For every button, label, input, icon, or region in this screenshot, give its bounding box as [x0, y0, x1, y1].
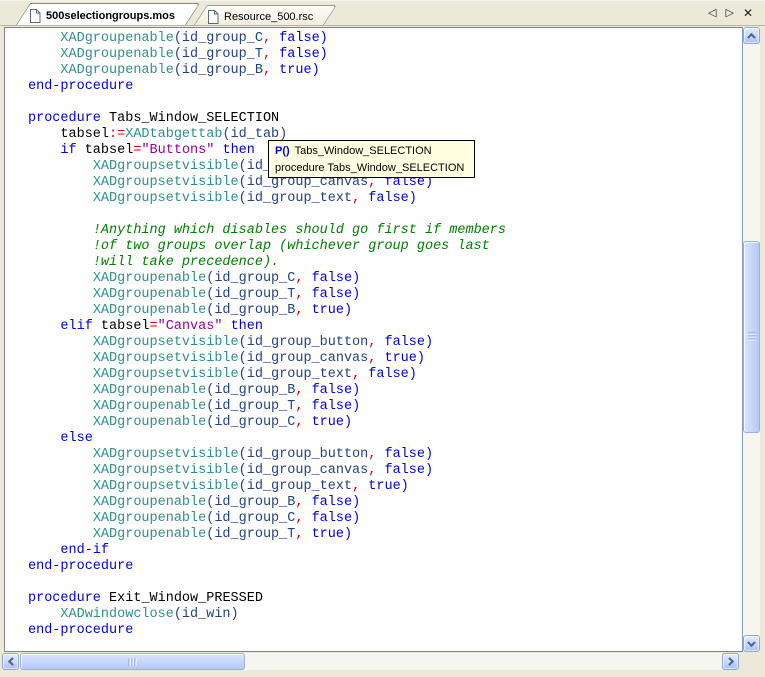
code-line: XADgroupenable(id_group_C, true) — [92, 415, 353, 430]
scroll-left-button[interactable] — [2, 653, 19, 670]
tooltip-symbol-name: Tabs_Window_SELECTION — [294, 144, 432, 157]
code-line: end-procedure — [28, 623, 134, 638]
tab-bar: 500selectiongroups.mos Resource_500.rsc ◁… — [0, 1, 765, 26]
code-line: XADgroupenable(id_group_B, true) — [60, 63, 320, 78]
code-line: XADgroupsetvisible(id_group_text, false) — [92, 191, 417, 206]
chevron-down-icon — [747, 640, 756, 647]
scroll-down-button[interactable] — [743, 635, 760, 652]
tab-nav-controls: ◁ ▷ ✕ — [708, 7, 765, 25]
code-line: XADgroupenable(id_group_T, false) — [60, 47, 328, 62]
vertical-scrollbar — [743, 27, 760, 652]
scroll-up-button[interactable] — [743, 27, 760, 44]
code-line: XADgroupenable(id_group_B, false) — [92, 495, 361, 510]
tab-resource-500-rsc[interactable]: Resource_500.rsc — [194, 5, 324, 25]
code-line: XADgroupenable(id_group_C, false) — [60, 31, 328, 46]
tab-scroll-right-button[interactable]: ▷ — [725, 7, 733, 19]
procedure-icon: P() — [275, 144, 290, 157]
code-line: else — [60, 431, 93, 446]
code-editor[interactable]: XADgroupenable(id_group_C, false) XADgro… — [4, 27, 743, 652]
tooltip-title-row: P() Tabs_Window_SELECTION — [269, 142, 474, 159]
bottom-strip — [0, 670, 765, 677]
close-tab-button[interactable]: ✕ — [743, 7, 753, 19]
tab-label: 500selectiongroups.mos — [46, 9, 175, 22]
horizontal-scrollbar — [0, 653, 765, 670]
code-line: !of two groups overlap (whichever group … — [92, 239, 490, 254]
code-line: XADgroupsetvisible(id_group_button, fals… — [92, 447, 434, 462]
editor-window: 500selectiongroups.mos Resource_500.rsc ◁… — [0, 0, 765, 677]
scrollbar-corner-spacer — [739, 653, 765, 670]
chevron-left-icon — [7, 657, 14, 666]
document-icon — [207, 9, 219, 24]
code-line: end-procedure — [28, 79, 134, 94]
tab-scroll-left-button[interactable]: ◁ — [708, 7, 716, 19]
code-line: XADgroupsetvisible(id_group_text, true) — [92, 479, 409, 494]
code-line: XADgroupsetvisible(id_group_text, false) — [92, 367, 417, 382]
tab-strip: 500selectiongroups.mos Resource_500.rsc — [0, 1, 332, 25]
code-line: XADgroupenable(id_group_T, false) — [92, 287, 361, 302]
tab-500selectiongroups-mos[interactable]: 500selectiongroups.mos — [16, 3, 186, 25]
horizontal-scroll-thumb[interactable] — [20, 653, 245, 670]
main-area: XADgroupenable(id_group_C, false) XADgro… — [0, 26, 765, 652]
code-line: !will take precedence). — [92, 255, 280, 270]
code-line: XADgroupenable(id_group_C, false) — [92, 271, 361, 286]
symbol-tooltip: P() Tabs_Window_SELECTION procedure Tabs… — [268, 140, 475, 178]
code-line: XADgroupenable(id_group_B, true) — [92, 303, 353, 318]
code-line: end-if — [60, 543, 110, 558]
code-line: elif tabsel="Canvas" then — [60, 319, 263, 334]
code-content: XADgroupenable(id_group_C, false) XADgro… — [5, 28, 742, 639]
tooltip-signature-row: procedure Tabs_Window_SELECTION — [269, 159, 474, 176]
code-line: XADgroupsetvisible(id_group_canvas, fals… — [92, 463, 434, 478]
tab-label: Resource_500.rsc — [224, 10, 314, 23]
vertical-scroll-thumb[interactable] — [743, 241, 760, 433]
code-line: !Anything which disables should go first… — [92, 223, 506, 238]
code-line: XADwindowclose(id_win) — [60, 607, 239, 622]
horizontal-scroll-track[interactable] — [19, 653, 722, 670]
code-line: XADgroupenable(id_group_B, false) — [92, 383, 361, 398]
tooltip-signature: procedure Tabs_Window_SELECTION — [275, 161, 465, 174]
scroll-right-button[interactable] — [722, 653, 739, 670]
code-line: procedure Tabs_Window_SELECTION — [28, 111, 280, 126]
code-line: XADgroupsetvisible(id_group_canvas, true… — [92, 351, 425, 366]
code-line: end-procedure — [28, 559, 134, 574]
code-line: XADgroupenable(id_group_T, true) — [92, 527, 353, 542]
code-line: XADgroupenable(id_group_C, false) — [92, 511, 361, 526]
code-line: XADgroupsetvisible(id_group_button, fals… — [92, 335, 434, 350]
document-icon — [29, 8, 41, 23]
code-line: XADgroupenable(id_group_T, false) — [92, 399, 361, 414]
chevron-up-icon — [747, 32, 756, 39]
vertical-scroll-track[interactable] — [743, 44, 760, 635]
code-line: procedure Exit_Window_PRESSED — [28, 591, 263, 606]
chevron-right-icon — [727, 657, 734, 666]
